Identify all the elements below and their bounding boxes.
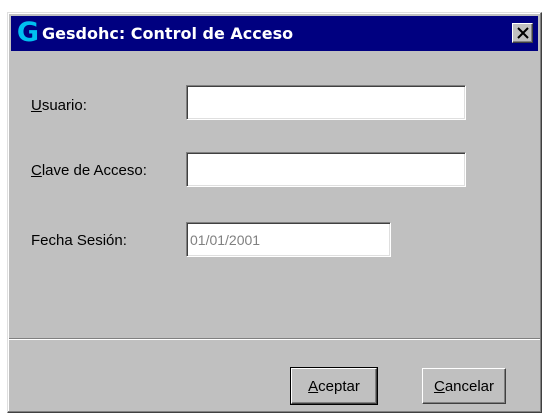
fecha-sesion-label: Fecha Sesión: [31,232,127,249]
aceptar-accelerator: A [308,377,319,395]
clave-label-text: lave de Acceso: [41,162,147,179]
clave-input[interactable] [186,152,466,187]
usuario-label-accelerator: U [31,97,42,114]
fecha-sesion-input [186,222,391,257]
aceptar-button[interactable]: Aceptar [290,367,378,405]
login-dialog: G Gesdohc: Control de Acceso Usuario: Cl… [7,12,542,413]
usuario-label-text: suario: [41,97,87,114]
usuario-label: Usuario: [31,97,87,114]
title-bar[interactable]: G Gesdohc: Control de Acceso [11,16,538,51]
cancelar-label: ancelar [444,377,495,395]
close-icon [517,27,529,39]
button-area-separator [9,338,540,340]
clave-label: Clave de Acceso: [31,162,147,179]
cancelar-accelerator: C [433,377,445,395]
clave-label-accelerator: C [31,162,42,179]
cancelar-button[interactable]: Cancelar [422,368,506,404]
usuario-input[interactable] [186,85,466,120]
app-logo-icon: G [16,17,40,48]
window-title: Gesdohc: Control de Acceso [42,24,294,43]
close-button[interactable] [512,23,533,43]
aceptar-label: ceptar [318,377,360,395]
